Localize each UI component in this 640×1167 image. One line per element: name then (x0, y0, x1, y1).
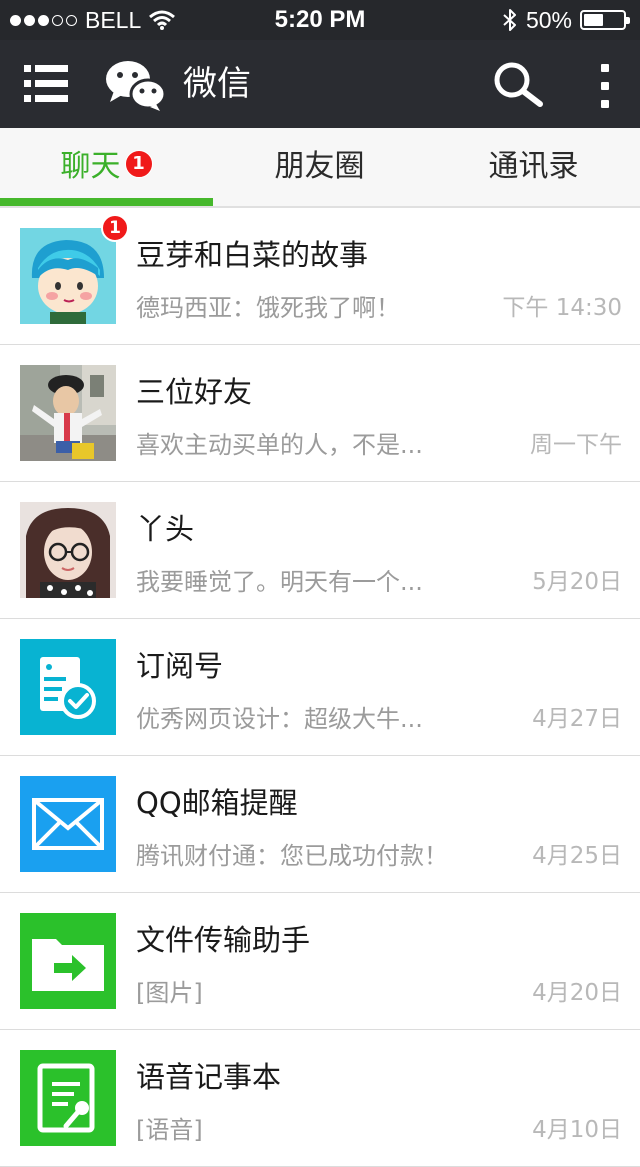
chat-time: 5月20日 (532, 569, 622, 595)
battery-icon (580, 10, 630, 30)
tab-moments-label: 朋友圈 (274, 149, 365, 184)
wifi-icon (149, 10, 176, 30)
cartoon-boy-avatar (20, 228, 116, 324)
chat-item-voice-notepad[interactable]: 语音记事本 [语音] 4月10日 (0, 1030, 640, 1167)
chat-preview: 优秀网页设计：超级大牛... (136, 705, 423, 733)
active-tab-indicator (0, 198, 213, 206)
carrier-name: BELL (85, 6, 142, 33)
chat-preview: 德玛西亚：饿死我了啊！ (136, 294, 400, 322)
chat-time: 周一下午 (530, 432, 622, 458)
chat-item-three-friends[interactable]: 三位好友 喜欢主动买单的人，不是... 周一下午 (0, 345, 640, 482)
chat-time: 4月25日 (532, 843, 622, 869)
chat-preview: [图片] (136, 979, 203, 1007)
tab-contacts-label: 通讯录 (488, 149, 579, 184)
subscription-icon (20, 639, 116, 735)
chat-preview: [语音] (136, 1116, 203, 1144)
tab-chats-badge: 1 (124, 149, 153, 178)
tab-moments[interactable]: 朋友圈 (213, 128, 426, 206)
chat-name: 豆芽和白菜的故事 (136, 238, 369, 272)
chat-item-qq-mail[interactable]: QQ邮箱提醒 腾讯财付通：您已成功付款！ 4月25日 (0, 756, 640, 893)
chat-time: 下午 14:30 (502, 295, 622, 321)
file-transfer-icon (20, 913, 116, 1009)
girl-glasses-avatar (20, 502, 116, 598)
app-title: 微信 (183, 64, 251, 104)
signal-strength-icon (10, 14, 77, 26)
chat-item-subscriptions[interactable]: 订阅号 优秀网页设计：超级大牛... 4月27日 (0, 619, 640, 756)
bluetooth-icon (503, 9, 516, 31)
wechat-logo-icon (106, 61, 166, 111)
chat-time: 4月10日 (532, 1117, 622, 1143)
mail-icon (20, 776, 116, 872)
chat-item-yatou[interactable]: 丫头 我要睡觉了。明天有一个... 5月20日 (0, 482, 640, 619)
unread-badge: 1 (101, 214, 129, 242)
chat-name: 订阅号 (136, 649, 224, 683)
child-photo-avatar (20, 365, 116, 461)
chat-preview: 我要睡觉了。明天有一个... (136, 568, 423, 596)
battery-percent: 50% (525, 6, 572, 33)
app-header: 微信 (0, 40, 640, 128)
tab-chats-label: 聊天 (60, 149, 121, 184)
more-vertical-icon[interactable] (596, 64, 614, 108)
chat-time: 4月27日 (532, 706, 622, 732)
chat-name: QQ邮箱提醒 (136, 786, 298, 820)
list-menu-icon[interactable] (24, 64, 68, 104)
chat-name: 三位好友 (136, 375, 253, 409)
search-icon[interactable] (492, 60, 544, 112)
chat-item-file-transfer[interactable]: 文件传输助手 [图片] 4月20日 (0, 893, 640, 1030)
chat-list: 1 豆芽和白菜的故事 德玛西亚：饿死我了啊！ 下午 14:30 三位好友 喜欢主… (0, 208, 640, 1167)
chat-preview: 腾讯财付通：您已成功付款！ (136, 842, 448, 870)
chat-name: 文件传输助手 (136, 923, 311, 957)
chat-item-douya-baicai[interactable]: 1 豆芽和白菜的故事 德玛西亚：饿死我了啊！ 下午 14:30 (0, 208, 640, 345)
chat-name: 语音记事本 (136, 1060, 282, 1094)
chat-name: 丫头 (136, 512, 195, 546)
tab-bar: 聊天 1 朋友圈 通讯录 (0, 128, 640, 208)
chat-time: 4月20日 (532, 980, 622, 1006)
chat-preview: 喜欢主动买单的人，不是... (136, 431, 423, 459)
tab-chats[interactable]: 聊天 1 (0, 128, 213, 206)
status-bar: BELL 5:20 PM 50% (0, 0, 640, 40)
tab-contacts[interactable]: 通讯录 (427, 128, 640, 206)
voice-notepad-icon (20, 1050, 116, 1146)
